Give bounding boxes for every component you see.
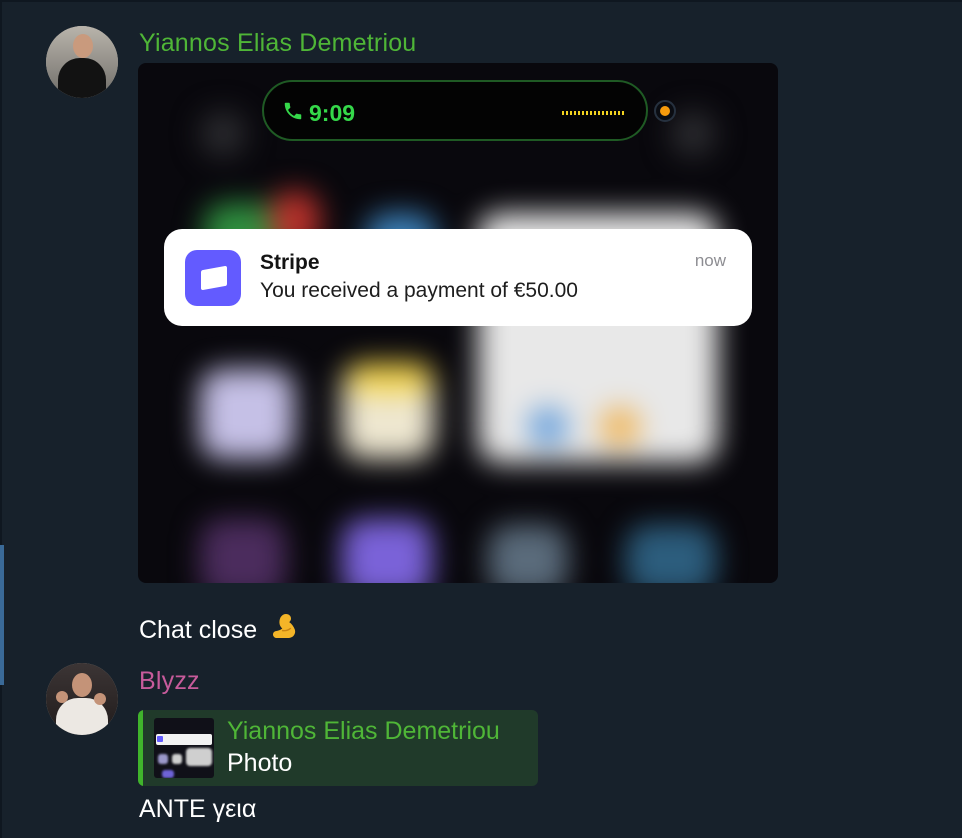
thumbnail-notification (156, 734, 212, 745)
blur-icon (342, 519, 432, 583)
notification-app-name: Stripe (260, 251, 320, 274)
blur-icon (670, 111, 716, 157)
push-notification: Stripe You received a payment of €50.00 … (164, 229, 752, 326)
thumbnail-blob (172, 754, 182, 764)
thumbnail-icon (157, 736, 163, 742)
avatar-hand (94, 693, 106, 705)
flexed-biceps-emoji (273, 614, 296, 638)
dynamic-island: 9:09 (262, 80, 648, 141)
blur-icon (488, 525, 568, 583)
message-text-content: Chat close (139, 616, 258, 644)
message-text: Chat close (139, 610, 302, 645)
camera-indicator (654, 100, 676, 122)
thumbnail-blob (162, 770, 174, 778)
message-text: ΑΝΤΕ γεια (139, 795, 257, 823)
blur-icon (200, 111, 246, 157)
reply-sender-name: Yiannos Elias Demetriou (227, 717, 500, 745)
avatar-hand (56, 691, 68, 703)
call-timer: 9:09 (309, 100, 356, 126)
phone-call-icon (284, 102, 302, 120)
reply-thumbnail (154, 718, 214, 778)
thumbnail-blob (158, 754, 168, 764)
stripe-glyph (201, 265, 227, 291)
sender-name[interactable]: Blyzz (139, 667, 200, 696)
thumbnail-blob (186, 748, 212, 766)
avatar-head (73, 34, 93, 58)
recording-dot (660, 106, 670, 116)
avatar[interactable] (46, 26, 118, 98)
avatar[interactable] (46, 663, 118, 735)
notification-body: You received a payment of €50.00 (260, 279, 578, 302)
reply-quote[interactable]: Yiannos Elias Demetriou Photo (138, 710, 538, 786)
avatar-body (58, 58, 106, 98)
blur-icon (626, 525, 716, 583)
blur-icon (348, 363, 432, 393)
chat-list-scroll-indicator (0, 545, 4, 685)
reply-content-type: Photo (227, 749, 293, 777)
sender-name[interactable]: Yiannos Elias Demetriou (139, 29, 416, 58)
audio-waveform (562, 111, 626, 115)
blur-icon (528, 407, 568, 447)
notification-time: now (694, 251, 726, 270)
avatar-head (72, 673, 92, 697)
blur-icon (200, 519, 286, 583)
blur-icon (600, 407, 640, 447)
stripe-icon (185, 250, 241, 306)
blur-icon (200, 369, 294, 459)
photo-attachment[interactable]: 9:09 Stripe You received a payment of €5… (138, 63, 778, 583)
reply-accent-bar (138, 710, 143, 786)
